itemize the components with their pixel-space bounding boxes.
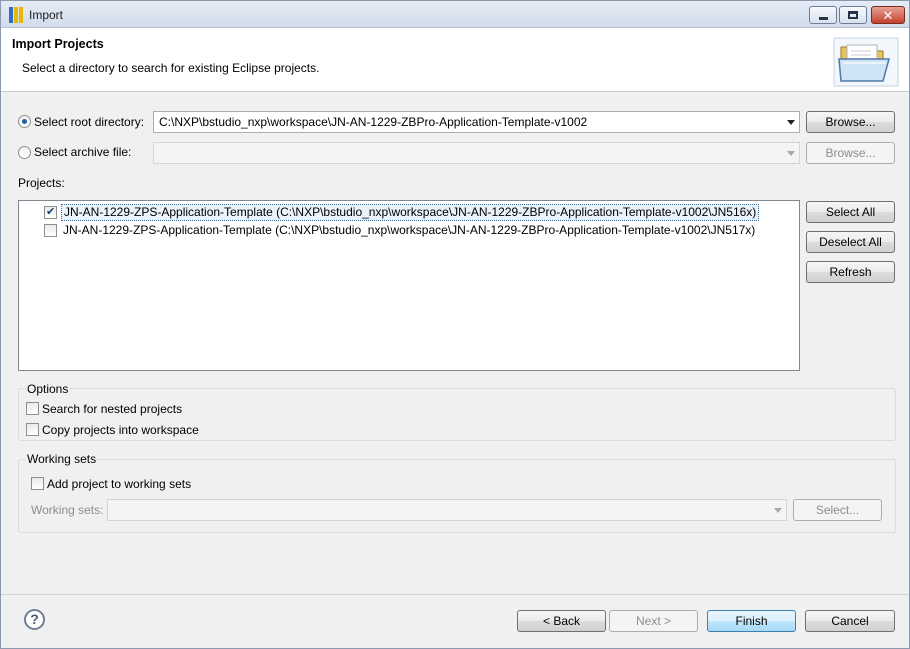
browse-root-button[interactable]: Browse... [806, 111, 895, 133]
archive-file-combo[interactable] [153, 142, 800, 164]
root-directory-value: C:\NXP\bstudio_nxp\workspace\JN-AN-1229-… [159, 115, 588, 129]
select-working-sets-button[interactable]: Select... [793, 499, 882, 521]
page-subtitle: Select a directory to search for existin… [22, 61, 320, 75]
nested-projects-checkbox[interactable] [26, 402, 39, 415]
chevron-down-icon [787, 120, 795, 125]
working-sets-combo[interactable] [107, 499, 787, 521]
window-title: Import [29, 8, 64, 22]
working-sets-field-label: Working sets: [31, 503, 104, 517]
nested-projects-label: Search for nested projects [42, 402, 183, 416]
options-title: Options [26, 382, 70, 396]
finish-button[interactable]: Finish [707, 610, 796, 632]
close-icon: ✕ [882, 7, 894, 23]
deselect-all-button[interactable]: Deselect All [806, 231, 895, 253]
header-banner: Import Projects Select a directory to se… [1, 28, 909, 92]
archive-file-label: Select archive file: [34, 145, 132, 159]
import-dialog: Import ✕ Import Projects Select a direct… [0, 0, 910, 649]
working-sets-group [18, 459, 896, 533]
project-row-jn517x[interactable]: JN-AN-1229-ZPS-Application-Template (C:\… [19, 222, 799, 239]
project-checkbox-jn517x[interactable] [44, 224, 57, 237]
cancel-button[interactable]: Cancel [805, 610, 895, 632]
projects-list[interactable]: JN-AN-1229-ZPS-Application-Template (C:\… [18, 200, 800, 371]
working-sets-title: Working sets [26, 452, 98, 466]
open-folder-icon [833, 37, 899, 87]
minimize-icon [818, 16, 828, 20]
chevron-down-icon [787, 151, 795, 156]
minimize-button[interactable] [809, 6, 837, 24]
next-button[interactable]: Next > [609, 610, 698, 632]
title-bar[interactable]: Import ✕ [1, 1, 909, 28]
help-icon[interactable]: ? [24, 609, 45, 630]
project-checkbox-jn516x[interactable] [44, 205, 57, 219]
page-title: Import Projects [12, 37, 104, 51]
copy-projects-checkbox[interactable] [26, 423, 39, 436]
back-button[interactable]: < Back [517, 610, 606, 632]
refresh-button[interactable]: Refresh [806, 261, 895, 283]
chevron-down-icon [774, 508, 782, 513]
root-directory-combo[interactable]: C:\NXP\bstudio_nxp\workspace\JN-AN-1229-… [153, 111, 800, 133]
add-working-sets-label: Add project to working sets [47, 477, 192, 491]
eclipse-app-icon [9, 7, 25, 23]
root-directory-radio[interactable] [18, 115, 31, 128]
archive-file-radio[interactable] [18, 146, 31, 159]
project-label: JN-AN-1229-ZPS-Application-Template (C:\… [63, 223, 756, 237]
maximize-button[interactable] [839, 6, 867, 24]
footer-separator [1, 594, 909, 595]
select-all-button[interactable]: Select All [806, 201, 895, 223]
browse-archive-button[interactable]: Browse... [806, 142, 895, 164]
copy-projects-label: Copy projects into workspace [42, 423, 199, 437]
root-directory-label: Select root directory: [34, 115, 145, 129]
close-button[interactable]: ✕ [871, 6, 905, 24]
add-working-sets-checkbox[interactable] [31, 477, 44, 490]
maximize-icon [848, 11, 858, 19]
project-label: JN-AN-1229-ZPS-Application-Template (C:\… [61, 204, 760, 221]
project-row-jn516x[interactable]: JN-AN-1229-ZPS-Application-Template (C:\… [19, 204, 799, 221]
projects-label: Projects: [18, 176, 65, 190]
